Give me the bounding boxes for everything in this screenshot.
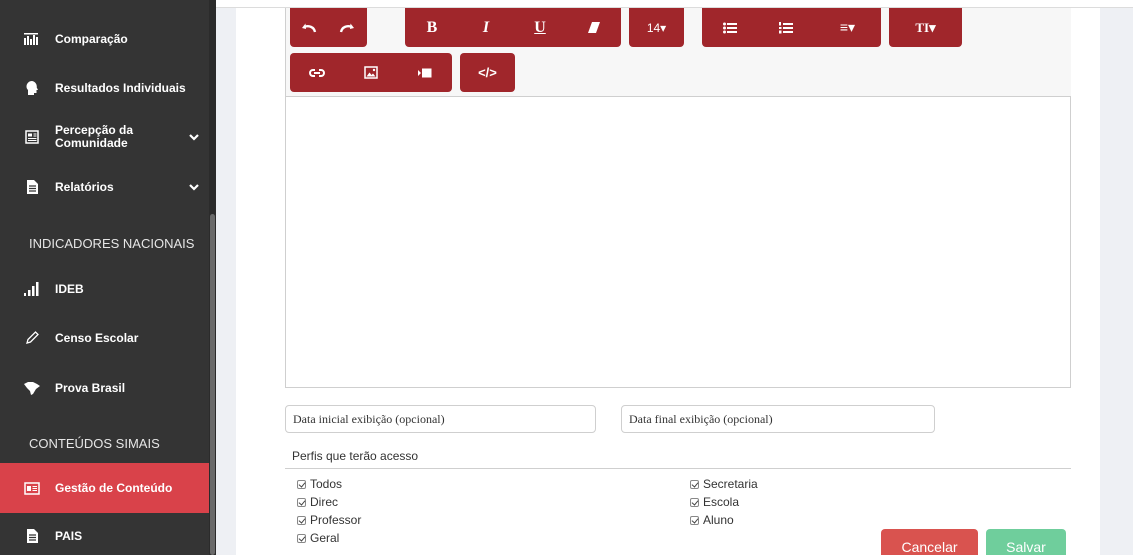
align-dropdown[interactable]: ≡▾ bbox=[814, 8, 881, 47]
checkbox-label: Secretaria bbox=[703, 477, 758, 491]
sidebar-item-label: Gestão de Conteúdo bbox=[55, 480, 173, 495]
divider bbox=[285, 468, 1071, 469]
checkbox-geral[interactable]: Geral bbox=[297, 531, 339, 545]
undo-icon bbox=[302, 23, 317, 32]
section-heading-indicadores-nacionais: INDICADORES NACIONAIS bbox=[29, 236, 195, 251]
sidebar-item-percepcao-comunidade[interactable]: Percepção da Comunidade bbox=[0, 115, 209, 159]
redo-icon bbox=[339, 23, 354, 32]
date-end-field[interactable]: Data final exibição (opcional) bbox=[621, 405, 935, 433]
history-group bbox=[290, 8, 367, 47]
newspaper-icon bbox=[24, 129, 40, 145]
cancel-button[interactable]: Cancelar bbox=[881, 529, 978, 555]
sidebar-item-censo-escolar[interactable]: Censo Escolar bbox=[0, 316, 209, 360]
person-head-icon bbox=[24, 80, 40, 96]
document-icon bbox=[24, 179, 40, 195]
bold-button[interactable]: B bbox=[405, 8, 459, 47]
section-heading-conteudos-simais: CONTEÚDOS SIMAIS bbox=[29, 436, 160, 451]
checkbox-label: Geral bbox=[310, 531, 340, 545]
sidebar-item-ideb[interactable]: IDEB bbox=[0, 267, 209, 311]
checkbox-label: Aluno bbox=[703, 513, 734, 527]
sidebar-item-prova-brasil[interactable]: Prova Brasil bbox=[0, 366, 209, 410]
text-height-dropdown[interactable]: TI▾ bbox=[889, 8, 962, 47]
image-icon bbox=[364, 66, 378, 79]
pencil-icon bbox=[24, 330, 40, 346]
font-size-dropdown[interactable]: 14▾ bbox=[629, 8, 684, 47]
checkbox-check-icon[interactable] bbox=[690, 479, 699, 489]
sidebar-item-label: Resultados Individuais bbox=[55, 80, 186, 95]
code-group: </> bbox=[460, 53, 515, 92]
eraser-button[interactable] bbox=[567, 8, 621, 47]
sidebar-item-label: Relatórios bbox=[55, 179, 114, 194]
top-bar bbox=[216, 0, 1133, 8]
sidebar-item-label: IDEB bbox=[55, 281, 84, 296]
underline-button[interactable]: U bbox=[513, 8, 567, 47]
sidebar-item-label: Percepção da Comunidade bbox=[55, 124, 133, 150]
ordered-list-button[interactable] bbox=[758, 8, 814, 47]
checkbox-check-icon[interactable] bbox=[297, 479, 306, 489]
sidebar-scrollbar-thumb[interactable] bbox=[210, 214, 215, 555]
unordered-list-button[interactable] bbox=[702, 8, 758, 47]
sidebar-item-label-line1: Percepção da bbox=[55, 123, 134, 137]
checkbox-check-icon[interactable] bbox=[297, 533, 306, 543]
checkbox-check-icon[interactable] bbox=[690, 497, 699, 507]
checkbox-label: Escola bbox=[703, 495, 740, 509]
perfis-label: Perfis que terão acesso bbox=[292, 449, 419, 463]
undo-button[interactable] bbox=[290, 8, 328, 47]
video-icon bbox=[418, 68, 432, 77]
checkbox-escola[interactable]: Escola bbox=[690, 495, 739, 509]
checkbox-check-icon[interactable] bbox=[297, 497, 306, 507]
editor-toolbar: B I U 14▾ ≡▾ TI▾ </> bbox=[286, 8, 1071, 97]
link-icon bbox=[309, 68, 325, 77]
rich-text-editor[interactable]: B I U 14▾ ≡▾ TI▾ </> bbox=[285, 8, 1071, 388]
id-card-icon bbox=[24, 480, 40, 496]
sidebar: Comparação Resultados Individuais Percep… bbox=[0, 0, 216, 555]
checkbox-secretaria[interactable]: Secretaria bbox=[690, 477, 758, 491]
link-button[interactable] bbox=[290, 53, 344, 92]
eraser-icon bbox=[588, 22, 600, 33]
sidebar-item-label: PAIS bbox=[55, 528, 83, 543]
document-icon bbox=[24, 528, 40, 544]
checkbox-professor[interactable]: Professor bbox=[297, 513, 361, 527]
sidebar-item-label: Comparação bbox=[55, 31, 128, 46]
sidebar-item-relatorios[interactable]: Relatórios bbox=[0, 165, 209, 209]
video-button[interactable] bbox=[398, 53, 452, 92]
checkbox-label: Professor bbox=[310, 513, 362, 527]
save-button[interactable]: Salvar bbox=[986, 529, 1066, 555]
sidebar-item-pais[interactable]: PAIS bbox=[0, 514, 209, 555]
checkbox-label: Direc bbox=[310, 495, 339, 509]
code-view-button[interactable]: </> bbox=[460, 53, 515, 92]
sidebar-item-label-line2: Comunidade bbox=[55, 136, 128, 150]
checkbox-label: Todos bbox=[310, 477, 343, 491]
checkbox-direc[interactable]: Direc bbox=[297, 495, 338, 509]
sidebar-item-resultados-individuais[interactable]: Resultados Individuais bbox=[0, 66, 209, 110]
sidebar-scrollbar[interactable] bbox=[209, 0, 216, 555]
checkbox-check-icon[interactable] bbox=[297, 515, 306, 525]
ordered-list-icon bbox=[779, 21, 793, 33]
sidebar-item-gestao-conteudo[interactable]: Gestão de Conteúdo bbox=[0, 463, 209, 513]
brazil-map-icon bbox=[24, 380, 40, 396]
italic-button[interactable]: I bbox=[459, 8, 513, 47]
date-start-field[interactable]: Data inicial exibição (opcional) bbox=[285, 405, 596, 433]
checkbox-check-icon[interactable] bbox=[690, 515, 699, 525]
image-button[interactable] bbox=[344, 53, 398, 92]
insert-group bbox=[290, 53, 452, 92]
signal-bars-icon bbox=[24, 281, 40, 297]
font-size-group: 14▾ bbox=[629, 8, 684, 47]
bar-chart-icon bbox=[24, 31, 40, 47]
paragraph-group: ≡▾ bbox=[702, 8, 881, 47]
sidebar-item-comparacao[interactable]: Comparação bbox=[0, 17, 209, 61]
text-height-group: TI▾ bbox=[889, 8, 962, 47]
chevron-down-icon[interactable] bbox=[188, 181, 200, 193]
sidebar-item-label: Prova Brasil bbox=[55, 380, 126, 395]
checkbox-todos[interactable]: Todos bbox=[297, 477, 342, 491]
chevron-down-icon[interactable] bbox=[188, 131, 200, 143]
checkbox-aluno[interactable]: Aluno bbox=[690, 513, 734, 527]
format-group: B I U bbox=[405, 8, 621, 47]
redo-button[interactable] bbox=[328, 8, 366, 47]
unordered-list-icon bbox=[723, 22, 737, 33]
sidebar-item-label: Censo Escolar bbox=[55, 330, 139, 345]
